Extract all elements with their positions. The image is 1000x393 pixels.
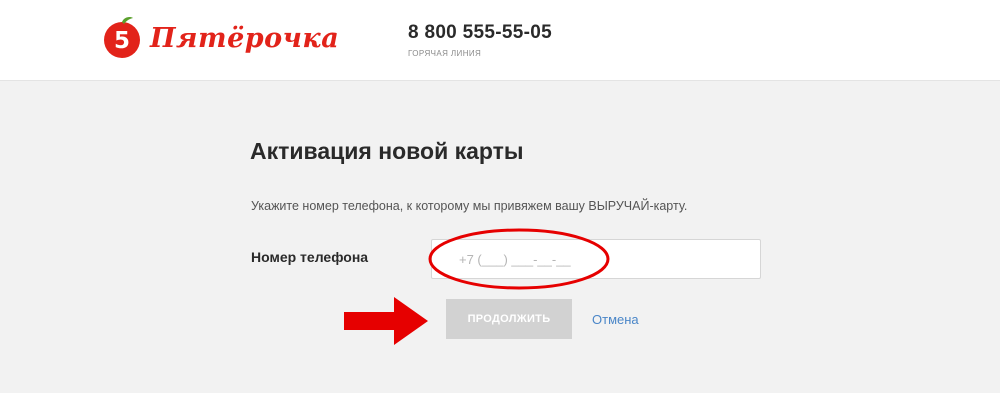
phone-label: Номер телефона [251, 249, 369, 265]
cancel-link[interactable]: Отмена [592, 312, 639, 327]
hotline: 8 800 555-55-05 ГОРЯЧАЯ ЛИНИЯ [408, 22, 552, 58]
red-arrow-right-icon [344, 297, 428, 345]
brand-logo[interactable]: 5 Пятёрочка [100, 16, 339, 60]
hotline-label: ГОРЯЧАЯ ЛИНИЯ [408, 49, 482, 58]
continue-button[interactable]: ПРОДОЛЖИТЬ [446, 299, 572, 339]
brand-name: Пятёрочка [150, 22, 340, 54]
svg-text:5: 5 [114, 28, 130, 54]
site-header: 5 Пятёрочка 8 800 555-55-05 ГОРЯЧАЯ ЛИНИ… [0, 0, 1000, 81]
page-title: Активация новой карты [250, 138, 524, 164]
hotline-number[interactable]: 8 800 555-55-05 [408, 22, 552, 44]
pyaterochka-logo-icon: 5 [104, 17, 140, 58]
form-description: Укажите номер телефона, к которому мы пр… [251, 199, 688, 213]
phone-input[interactable] [431, 239, 761, 279]
